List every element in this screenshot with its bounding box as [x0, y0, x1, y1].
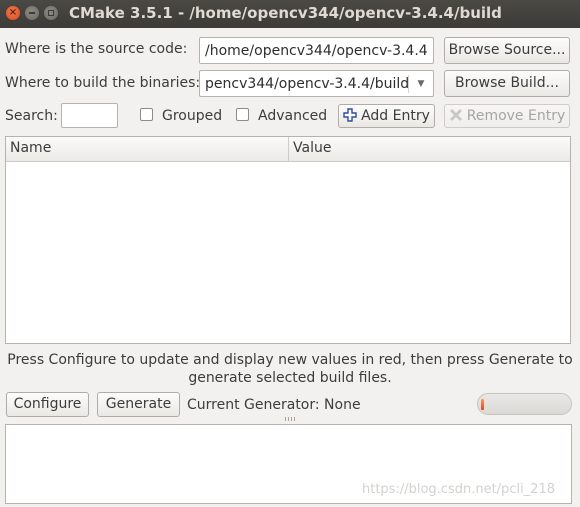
search-input[interactable] — [61, 103, 118, 128]
browse-source-button[interactable]: Browse Source... — [444, 37, 570, 64]
watermark-text: https://blog.csdn.net/pcli_218 — [362, 482, 555, 497]
remove-entry-label: Remove Entry — [466, 108, 566, 124]
build-path-value: pencv344/opencv-3.4.4/build — [205, 76, 410, 92]
add-entry-button[interactable]: Add Entry — [338, 104, 435, 128]
current-generator-text: Current Generator: None — [187, 397, 361, 413]
configure-button[interactable]: Configure — [6, 392, 89, 417]
maximize-window-button[interactable] — [44, 6, 58, 20]
grouped-label: Grouped — [162, 108, 223, 124]
remove-entry-button[interactable]: Remove Entry — [444, 104, 570, 128]
minimize-icon — [29, 12, 35, 14]
build-path-combo[interactable]: pencv344/opencv-3.4.4/build ▼ — [199, 70, 434, 97]
status-message: Press Configure to update and display ne… — [7, 352, 573, 386]
close-icon: × — [8, 7, 18, 18]
window-title: CMake 3.5.1 - /home/opencv344/opencv-3.4… — [69, 4, 502, 22]
maximize-icon — [48, 10, 54, 16]
build-label: Where to build the binaries: — [5, 75, 201, 91]
remove-icon — [449, 107, 463, 121]
column-header-value[interactable]: Value — [293, 140, 331, 156]
progress-bar — [477, 393, 572, 415]
advanced-label: Advanced — [258, 108, 328, 124]
advanced-checkbox[interactable] — [236, 108, 249, 121]
column-divider[interactable] — [288, 137, 289, 161]
title-bar: × CMake 3.5.1 - /home/opencv344/opencv-3… — [0, 0, 580, 28]
grouped-checkbox[interactable] — [140, 108, 153, 121]
chevron-down-icon[interactable]: ▼ — [409, 71, 433, 96]
browse-build-button[interactable]: Browse Build... — [444, 70, 570, 97]
minimize-window-button[interactable] — [25, 6, 39, 20]
splitter-handle[interactable] — [285, 417, 295, 421]
search-label: Search: — [5, 108, 58, 124]
table-header: Name Value — [6, 137, 570, 162]
source-label: Where is the source code: — [5, 41, 188, 57]
source-path-input[interactable]: /home/opencv344/opencv-3.4.4 — [199, 37, 434, 64]
add-entry-label: Add Entry — [361, 108, 430, 124]
column-header-name[interactable]: Name — [10, 140, 51, 156]
generate-button[interactable]: Generate — [97, 392, 180, 417]
cache-table[interactable]: Name Value — [5, 136, 571, 344]
close-window-button[interactable]: × — [6, 6, 20, 20]
progress-fill — [481, 399, 484, 410]
plus-icon — [343, 107, 357, 122]
